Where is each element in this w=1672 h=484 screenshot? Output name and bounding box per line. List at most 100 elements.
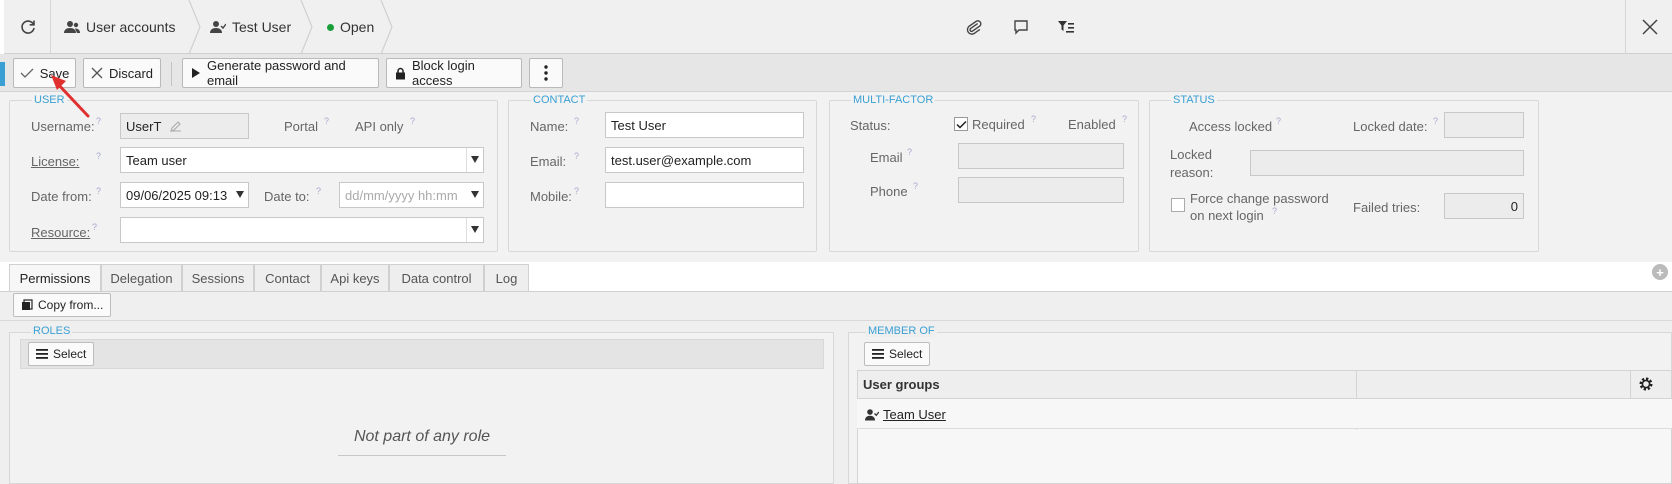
help-icon[interactable]: ? [316,186,321,196]
help-icon[interactable]: ? [96,116,101,126]
add-tab-icon[interactable]: + [1652,264,1668,280]
help-icon[interactable]: ? [96,151,101,161]
copy-from-button[interactable]: Copy from... [13,293,112,317]
help-icon[interactable]: ? [574,116,579,126]
toolbar-divider [171,62,172,86]
mfa-panel-title: MULTI-FACTOR [851,94,936,106]
pencil-icon[interactable] [170,120,182,132]
breadcrumb-separator [188,0,201,54]
locked-reason-field [1250,150,1524,176]
name-input[interactable]: Test User [605,112,804,138]
table-row[interactable] [857,399,1672,429]
email-input[interactable]: test.user@example.com [605,147,804,173]
generate-label: Generate password and email [207,58,346,88]
enabled-label: Enabled [1068,117,1116,132]
filter-list-icon[interactable] [1052,13,1080,41]
selection-indicator [0,62,5,86]
help-icon[interactable]: ? [324,116,329,126]
member-of-select-button[interactable]: Select [864,342,931,366]
divider [50,0,51,54]
member-of-select-label: Select [889,347,923,361]
license-link[interactable]: License: [31,154,79,169]
check-icon [955,120,967,129]
close-icon[interactable] [1636,13,1664,41]
license-select[interactable]: Team user [120,147,484,173]
resource-link[interactable]: Resource: [31,225,90,240]
locked-reason-label-line2: reason: [1170,165,1214,180]
date-to-input[interactable]: dd/mm/yyyy hh:mm [339,182,484,208]
block-label: Block login access [412,58,475,88]
license-value: Team user [126,152,187,168]
tab-log[interactable]: Log [484,264,529,292]
more-options-button[interactable] [529,58,563,88]
help-icon[interactable]: ? [1433,116,1438,126]
tab-api-keys[interactable]: Api keys [321,264,389,292]
help-icon[interactable]: ? [1276,116,1281,126]
contact-panel-title: CONTACT [531,94,588,106]
help-icon[interactable]: ? [574,151,579,161]
force-change-checkbox[interactable] [1171,198,1185,212]
mfa-phone-field [958,177,1124,203]
breadcrumb-status-open[interactable]: Open [327,0,374,54]
gear-icon[interactable] [1638,376,1654,392]
force-change-label-line2: on next login [1190,208,1264,223]
roles-empty-text: Not part of any role [353,428,491,445]
tab-permissions[interactable]: Permissions [9,264,101,292]
select-divider [466,148,467,172]
required-checkbox[interactable] [954,117,968,131]
help-icon[interactable]: ? [1272,206,1277,216]
portal-label: Portal [284,119,318,134]
mfa-email-label: Email [870,150,903,165]
paperclip-icon[interactable] [960,13,988,41]
breadcrumb-label: Test User [232,19,292,35]
tab-contact[interactable]: Contact [254,264,321,292]
generate-password-button[interactable]: Generate password and email [182,58,379,88]
select-divider [466,218,467,242]
mfa-email-field [958,143,1124,169]
tab-sessions[interactable]: Sessions [182,264,254,292]
help-icon[interactable]: ? [1031,114,1036,124]
breadcrumb-label: Open [340,19,375,35]
copy-from-label: Copy from... [38,298,104,312]
lock-icon [395,67,406,80]
tab-data-control[interactable]: Data control [389,264,484,292]
help-icon[interactable]: ? [1122,114,1127,124]
tab-delegation[interactable]: Delegation [101,264,182,292]
mobile-input[interactable] [605,182,804,208]
more-vertical-icon [544,65,548,81]
failed-tries-label: Failed tries: [1353,200,1421,215]
refresh-icon[interactable] [14,13,42,41]
username-field: UserT [120,113,249,139]
user-groups-column-header[interactable]: User groups [863,377,940,392]
divider [0,320,1672,321]
failed-tries-value: 0 [1510,198,1518,214]
breadcrumb-user-accounts[interactable]: User accounts [64,0,175,54]
locked-date-label: Locked date: [1353,119,1428,134]
help-icon[interactable]: ? [96,186,101,196]
menu-icon [36,349,48,359]
status-panel-title: STATUS [1171,94,1217,106]
team-user-group-link[interactable]: Team User [865,407,946,422]
help-icon[interactable]: ? [410,116,415,126]
force-change-label-line1: Force change password [1190,191,1329,206]
roles-select-button[interactable]: Select [28,342,95,366]
block-login-button[interactable]: Block login access [386,58,522,88]
date-from-input[interactable]: 09/06/2025 09:13 [120,182,249,208]
grid-header [857,370,1672,399]
breadcrumb-separator [380,0,393,54]
copy-icon [21,299,33,311]
email-label: Email: [530,154,567,169]
help-icon[interactable]: ? [92,222,97,232]
resource-select[interactable] [120,217,484,243]
help-icon[interactable]: ? [913,181,918,191]
locked-reason-label-line1: Locked [1170,147,1212,162]
play-icon [191,67,201,79]
help-icon[interactable]: ? [574,186,579,196]
discard-button[interactable]: Discard [83,58,161,88]
comment-icon[interactable] [1007,13,1035,41]
help-icon[interactable]: ? [907,147,912,157]
breadcrumb-test-user[interactable]: Test User [210,0,291,54]
accent-strip [0,0,4,54]
chevron-down-icon [471,156,479,163]
date-to-placeholder: dd/mm/yyyy hh:mm [345,187,458,203]
